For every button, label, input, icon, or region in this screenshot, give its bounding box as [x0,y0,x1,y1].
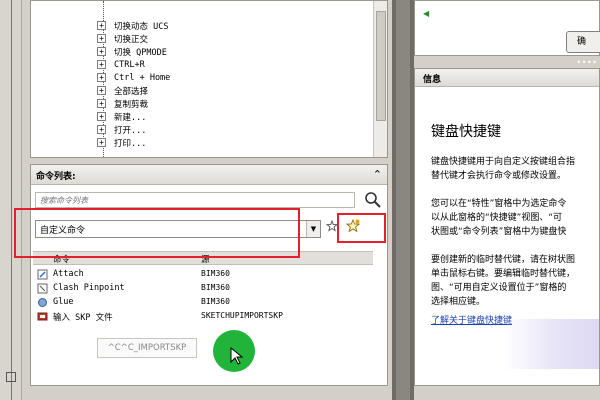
highlight-box-star [337,213,386,243]
command-row[interactable]: Clash Pinpoint BIM360 [33,282,363,296]
tree-item[interactable]: + CTRL+R [97,58,145,71]
search-icon[interactable] [364,191,382,209]
right-splitter[interactable]: • • • • [414,58,600,68]
info-text-line: 图、“可用自定义设置位于”窗格的 [431,283,567,293]
glue-icon [38,298,47,307]
clash-icon [37,283,48,294]
expand-icon[interactable]: + [97,138,106,147]
command-list-title: 命令列表: [36,172,76,182]
tree-item[interactable]: + 切换动态 UCS [97,19,168,32]
info-text-line: 您可以在“特性”窗格中为选定命令 [431,199,567,209]
window-divider [392,0,414,400]
info-title: 键盘快捷键 [431,124,501,140]
tree-item[interactable]: + 全部选择 [97,84,148,97]
command-row[interactable]: Glue BIM360 [33,296,363,310]
info-text-line: 单击鼠标右键。要编辑临时替代键， [431,269,576,279]
scrollbar-thumb[interactable] [376,11,386,121]
info-text-line: 键盘快捷键用于向自定义按键组合指 [431,157,576,167]
ok-button[interactable]: 确 [566,31,600,53]
info-panel-title: 信息 [423,75,442,85]
collapse-chevron-icon[interactable]: ⌃ [373,168,382,181]
skp-import-icon [37,312,48,321]
info-text-line: 状图或“命令列表”窗格中为键盘快 [431,227,567,237]
learn-more-link[interactable]: 了解关于键盘快捷键 [431,313,512,326]
divider-inner [396,0,410,400]
command-row[interactable]: 输入 SKP 文件 SKETCHUPIMPORTSKP [33,310,363,324]
info-panel: 信息 键盘快捷键 键盘快捷键用于向自定义按键组合指 替代键才会执行命令或修改设置… [414,68,600,386]
expand-icon[interactable]: + [97,73,106,82]
highlight-box-dropdown [14,208,300,258]
tree-item[interactable]: + 复制剪裁 [97,97,148,110]
tree-item[interactable]: + 切换 QPMODE [97,45,167,58]
expand-icon[interactable]: + [97,125,106,134]
chevron-down-icon[interactable]: ▼ [306,221,320,237]
command-search-box[interactable] [35,192,355,208]
info-overlay-glow [503,319,599,369]
corner-marker [6,372,16,382]
arrow-icon: ◀ [423,9,430,18]
expand-icon[interactable]: + [97,112,106,121]
tree-item[interactable]: + Ctrl + Home [97,71,170,84]
grip-icon[interactable]: • • • • [576,58,596,67]
info-text-line: 以从此窗格的“快捷键”视图、“可 [431,213,562,223]
expand-icon[interactable]: + [97,21,106,30]
expand-icon[interactable]: + [97,99,106,108]
command-list-header[interactable]: 命令列表: ⌃ [31,165,387,185]
expand-icon[interactable]: + [97,34,106,43]
top-right-panel: ◀ 确 [414,0,600,56]
command-list-panel: 命令列表: ⌃ 自定义命令 ▼ 命令 源 Attach BIM360 Clash… [30,164,388,386]
expand-icon[interactable]: + [97,60,106,69]
expand-icon[interactable]: + [97,86,106,95]
info-text-line: 要创建新的临时替代键，请在树状图 [431,255,576,265]
tree-item[interactable]: + 切换正交 [97,32,148,45]
expand-icon[interactable]: + [97,47,106,56]
info-text-line: 替代键才会执行命令或修改设置。 [431,171,567,181]
command-search-input[interactable] [36,193,354,207]
info-text-line: 选择相应键。 [431,297,486,307]
tree-item[interactable]: + 打开... [97,123,146,136]
left-edge-strip [0,0,22,400]
command-row[interactable]: Attach BIM360 [33,268,363,282]
attach-icon [37,269,48,280]
command-tooltip: ^C^C_IMPORTSKP [97,338,197,358]
mouse-cursor-icon [230,347,244,365]
tree-scrollbar[interactable] [373,1,387,157]
customizations-tree-panel: + 切换动态 UCS + 切换正交 + 切换 QPMODE + CTRL+R + Ctrl… [30,0,388,158]
tree-item[interactable]: + 新建... [97,110,146,123]
left-edge-line [11,0,12,400]
tree-item[interactable]: + 打印... [97,136,146,149]
info-panel-header: 信息 [415,69,599,87]
